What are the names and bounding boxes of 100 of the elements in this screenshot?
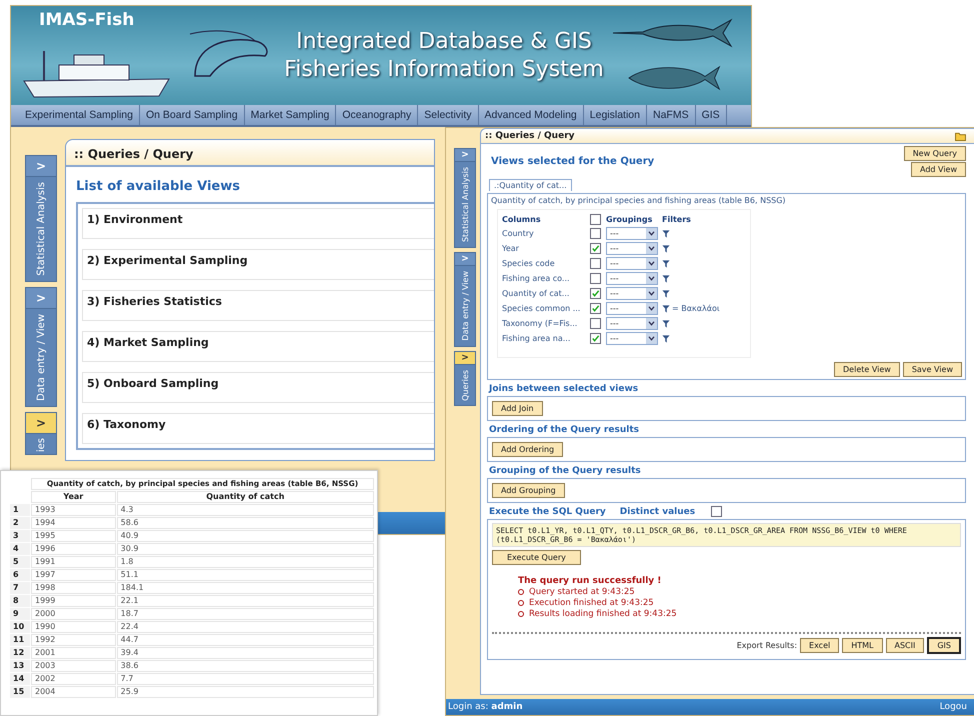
table-cell: 2000: [31, 608, 116, 620]
table-cell: 2003: [31, 660, 116, 672]
circle-bullet-icon: [518, 600, 524, 606]
add-button[interactable]: Add Join: [492, 401, 543, 416]
table-cell: 18.7: [116, 608, 374, 620]
checkbox[interactable]: [590, 273, 601, 284]
grouping-select[interactable]: ---: [606, 332, 658, 345]
table-cell: 1996: [31, 543, 116, 555]
nav-tab[interactable]: Advanced Modeling: [478, 105, 584, 125]
expand-toggle[interactable]: >: [455, 352, 475, 365]
grouping-select[interactable]: ---: [606, 302, 658, 315]
nav-tab[interactable]: Experimental Sampling: [19, 105, 140, 125]
save-view-button[interactable]: Save View: [902, 362, 962, 377]
caret-icon: [648, 336, 655, 341]
export-label: Export Results:: [736, 641, 798, 650]
checkbox[interactable]: [590, 214, 601, 225]
checkbox[interactable]: [590, 333, 601, 344]
grouping-select[interactable]: ---: [606, 242, 658, 255]
view-list-item[interactable]: 4) Market Sampling: [82, 331, 434, 362]
table-cell: 58.6: [116, 517, 374, 529]
view-list-item[interactable]: 6) Taxonomy: [82, 413, 434, 444]
table-cell: 1.8: [116, 556, 374, 568]
table-cell: 1999: [31, 595, 116, 607]
checkbox[interactable]: [590, 258, 601, 269]
nav-tab[interactable]: NaFMS: [646, 105, 696, 125]
add-button[interactable]: Add Ordering: [492, 442, 564, 457]
table-cell: 30.9: [116, 543, 374, 555]
column-name: Species common ...: [502, 304, 582, 313]
side-tab[interactable]: > Data entry / View: [25, 286, 57, 407]
export-button[interactable]: ASCII: [886, 638, 924, 653]
logout-link[interactable]: Logou: [940, 702, 967, 712]
row-number: 6: [10, 569, 30, 581]
grouping-select[interactable]: ---: [606, 272, 658, 285]
view-list-item[interactable]: 3) Fisheries Statistics: [82, 290, 434, 321]
row-number: 1: [10, 504, 30, 516]
section-heading: List of available Views: [76, 179, 241, 194]
checkbox[interactable]: [590, 288, 601, 299]
execute-query-button[interactable]: Execute Query: [492, 550, 581, 565]
view-list-item[interactable]: 2) Experimental Sampling: [82, 249, 434, 280]
expand-toggle[interactable]: >: [26, 412, 56, 434]
column-header: Columns: [502, 215, 542, 224]
section-heading: Views selected for the Query: [490, 156, 654, 167]
add-button[interactable]: Add Grouping: [492, 483, 565, 498]
grouping-select[interactable]: ---: [606, 227, 658, 240]
side-tab-label: Queries: [460, 368, 470, 402]
caret-icon: [648, 276, 655, 281]
view-list-item[interactable]: 5) Onboard Sampling: [82, 372, 434, 403]
side-tab[interactable]: > Data entry / View: [454, 252, 476, 347]
grouping-select[interactable]: ---: [606, 317, 658, 330]
nav-tab[interactable]: On Board Sampling: [140, 105, 245, 125]
grouping-select[interactable]: ---: [606, 287, 658, 300]
folder-icon[interactable]: [955, 132, 966, 140]
row-number: 4: [10, 543, 30, 555]
banner-title: Fisheries Information System: [284, 56, 604, 84]
new-query-button[interactable]: New Query: [904, 146, 966, 161]
export-button[interactable]: HTML: [842, 638, 882, 653]
logo-text: IMAS-Fish: [38, 10, 136, 30]
table-cell: 25.9: [116, 686, 374, 698]
table-cell: 51.1: [116, 569, 374, 581]
side-tab[interactable]: > Statistical Analysis: [25, 155, 57, 282]
side-tab[interactable]: > ies: [25, 412, 57, 455]
nav-tab[interactable]: GIS: [696, 105, 727, 125]
nav-tab[interactable]: Legislation: [584, 105, 647, 125]
column-name: Country: [502, 229, 535, 238]
table-cell: 4.3: [116, 504, 374, 516]
checkbox[interactable]: [590, 243, 601, 254]
section-heading: Ordering of the Query results: [488, 424, 640, 435]
checkbox[interactable]: [590, 318, 601, 329]
nav-tab[interactable]: Oceanography: [336, 105, 418, 125]
caret-icon: [648, 306, 655, 311]
nav-tab[interactable]: Market Sampling: [244, 105, 336, 125]
checkbox[interactable]: [711, 506, 722, 516]
row-number: 15: [10, 686, 30, 698]
table-cell: 1997: [31, 569, 116, 581]
row-number: 10: [10, 621, 30, 633]
side-tab-label: ies: [36, 436, 46, 454]
table-cell: 22.1: [116, 595, 374, 607]
view-description: Quantity of catch, by principal species and fishing areas (table B6, NSSG): [491, 196, 787, 205]
filter-value: = Βακαλάοι: [672, 304, 720, 313]
delete-view-button[interactable]: Delete View: [834, 362, 900, 377]
caret-icon: [648, 246, 655, 251]
side-tab[interactable]: > Statistical Analysis: [454, 148, 476, 248]
caret-icon: [648, 321, 655, 326]
checkbox[interactable]: [590, 228, 601, 239]
nav-tab[interactable]: Selectivity: [418, 105, 479, 125]
log-entry: Query started at 9:43:25: [529, 587, 635, 597]
side-tab[interactable]: > Queries: [454, 350, 476, 406]
view-list-item[interactable]: 1) Environment: [82, 208, 434, 239]
view-tab[interactable]: .:Quantity of cat...: [489, 179, 572, 191]
add-view-button[interactable]: Add View: [910, 162, 966, 177]
row-number: 14: [10, 673, 30, 685]
row-number: 13: [10, 660, 30, 672]
grouping-select[interactable]: ---: [606, 257, 658, 270]
export-button[interactable]: Excel: [800, 638, 840, 653]
table-cell: 1992: [31, 634, 116, 646]
column-header: Filters: [662, 215, 692, 224]
table-cell: 38.6: [116, 660, 374, 672]
section-heading: Grouping of the Query results: [488, 465, 642, 476]
checkbox[interactable]: [590, 303, 601, 314]
export-button[interactable]: GIS: [927, 637, 961, 654]
